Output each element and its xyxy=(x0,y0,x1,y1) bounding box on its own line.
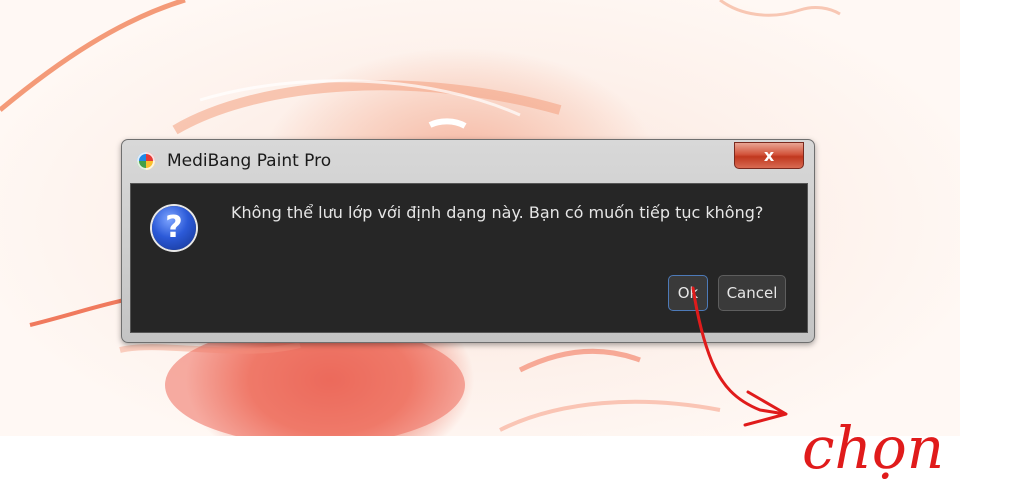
dialog-message: Không thể lưu lớp với định dạng này. Bạn… xyxy=(231,203,764,222)
dialog-body: ? Không thể lưu lớp với định dạng này. B… xyxy=(130,183,808,333)
dialog-title: MediBang Paint Pro xyxy=(167,151,332,171)
dialog-titlebar[interactable]: MediBang Paint Pro x xyxy=(122,140,814,182)
cancel-button[interactable]: Cancel xyxy=(718,275,786,311)
question-icon: ? xyxy=(152,206,196,250)
ok-button[interactable]: Ok xyxy=(668,275,708,311)
page-margin xyxy=(960,0,1024,436)
close-button[interactable]: x xyxy=(734,142,804,169)
medibang-app-icon xyxy=(137,152,155,170)
save-warning-dialog: MediBang Paint Pro x ? Không thể lưu lớp… xyxy=(121,139,815,343)
